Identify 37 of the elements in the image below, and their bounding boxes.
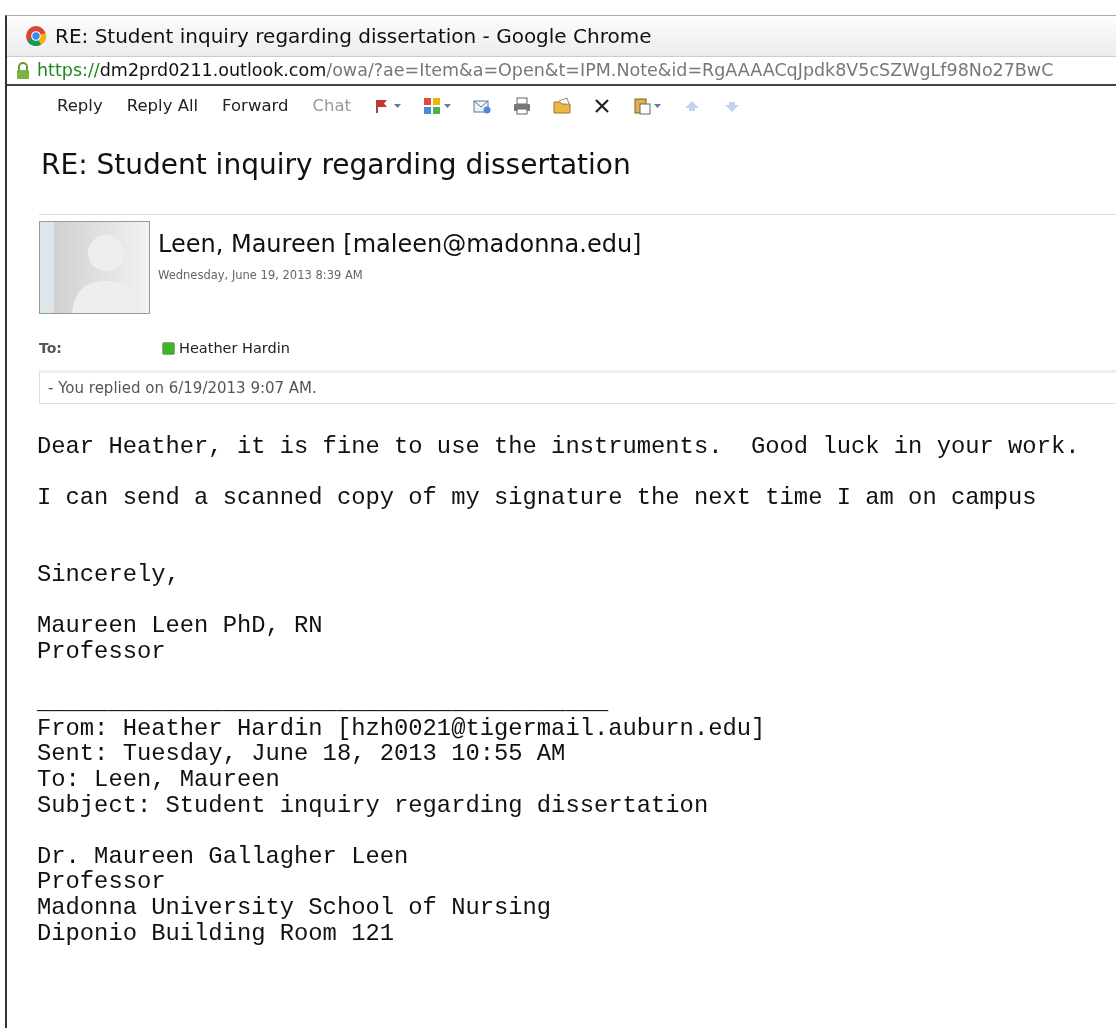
toolbar-button[interactable]: Forward (216, 91, 295, 121)
body-text-line: Dr. Maureen Gallagher Leen (37, 843, 410, 870)
url-text: https://dm2prd0211.outlook.com/owa/?ae=Item&a=Open&t=IPM.Note&id=RgAAAACqJpdk8V5cSZWgLf98No27BwC (37, 59, 1054, 83)
window-title: RE: Student inquiry regarding dissertation - Google Chrome (55, 23, 652, 50)
folder-icon (553, 97, 572, 115)
caret-icon (654, 104, 662, 108)
reply-info-bar: - You replied on 6/19/2013 9:07 AM. (39, 369, 1116, 405)
envelope-icon (473, 97, 492, 115)
to-label: To: (39, 339, 63, 359)
toolbar-button[interactable]: Reply (51, 91, 109, 121)
body-text-line: I can send a scanned copy of my signature the next time I am on campus (37, 485, 1038, 512)
body-text-line: Sincerely, (37, 562, 181, 588)
body-text-line: Diponio Building Room 121 (37, 920, 395, 947)
body-text-line: From: Heather Hardin [hzh0021@tigermail.auburn.edu] (37, 715, 767, 742)
sender-name: Leen, Maureen [maleen@madonna.edu] (158, 231, 642, 258)
toolbar-button[interactable]: Reply All (120, 91, 205, 121)
browser-logo-icon (25, 25, 47, 47)
body-text-line: To: Leen, Maureen (37, 766, 281, 793)
body-text-line: Professor (37, 869, 167, 895)
categories-icon (423, 97, 442, 115)
print-icon (513, 97, 532, 115)
recipient-name[interactable]: Heather Hardin (179, 338, 290, 360)
body-text-line: Dear Heather, it is fine to use the instruments. Good luck in your work. (37, 434, 1081, 460)
body-text-line: ________________________________________ (37, 690, 610, 716)
body-text-line: Professor (37, 639, 167, 665)
clipboard-icon (633, 97, 652, 115)
address-bar[interactable]: https://dm2prd0211.outlook.com/owa/?ae=Item&a=Open&t=IPM.Note&id=RgAAAACqJpdk8V5cSZWgLf98No27BwC (7, 56, 1116, 86)
body-text-line: Subject: Student inquiry regarding dissertation (37, 792, 710, 819)
email-subject: RE: Student inquiry regarding dissertation (41, 147, 632, 183)
caret-icon (394, 104, 402, 108)
caret-icon (444, 104, 452, 108)
body-text-line: Madonna University School of Nursing (37, 894, 553, 921)
lock-icon (15, 61, 31, 80)
close-icon (593, 97, 612, 115)
body-text-line: Sent: Tuesday, June 18, 2013 10:55 AM (37, 741, 567, 767)
sent-date: Wednesday, June 19, 2013 8:39 AM (158, 267, 364, 285)
body-text-line: Maureen Leen PhD, RN (37, 613, 324, 639)
